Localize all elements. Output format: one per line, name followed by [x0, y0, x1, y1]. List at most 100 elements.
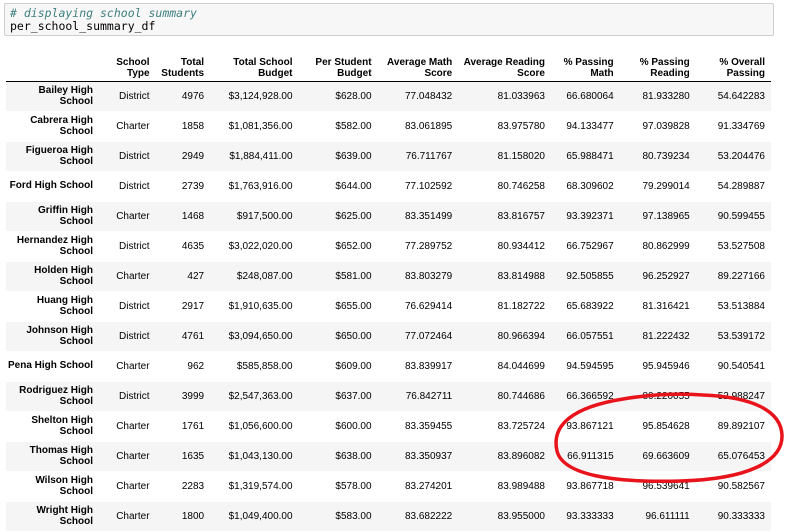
- column-header: Total Students: [155, 52, 211, 82]
- table-cell: 77.289752: [377, 231, 459, 262]
- table-cell: 94.133477: [550, 111, 620, 142]
- table-cell: 76.711767: [377, 141, 459, 172]
- column-header-text: Total: [180, 57, 205, 68]
- table-cell: 83.896082: [458, 441, 551, 472]
- table-cell: 1635: [155, 441, 211, 472]
- table-cell: 83.682222: [377, 501, 459, 532]
- school-name-text: Thomas High: [29, 445, 93, 456]
- table-cell: 76.842711: [377, 381, 459, 412]
- table-cell: 83.803279: [377, 261, 459, 292]
- table-cell: 2283: [155, 471, 211, 502]
- column-header-text: Students: [161, 68, 205, 79]
- table-cell: $3,094,650.00: [210, 321, 299, 352]
- table-cell: 83.814988: [458, 261, 551, 292]
- column-header: % Passing Reading: [619, 52, 696, 82]
- table-cell: $655.00: [298, 291, 378, 322]
- table-cell: $585,858.00: [210, 351, 299, 382]
- table-cell: 53.539172: [695, 321, 771, 352]
- table-cell: District: [99, 381, 156, 412]
- table-cell: 66.752967: [550, 231, 620, 262]
- code-cell-input[interactable]: # displaying school summary per_school_s…: [4, 3, 774, 36]
- table-row: Ford High School District 2739 $1,763,916.0…: [6, 171, 771, 202]
- table-cell: 2917: [155, 291, 211, 322]
- table-cell: 68.309602: [550, 171, 620, 202]
- column-header-text: Type: [126, 68, 150, 79]
- school-name-text: School: [59, 125, 93, 137]
- school-name-text: School: [59, 245, 93, 257]
- table-cell: 83.989488: [458, 471, 551, 502]
- row-index-label: Wright High School: [6, 501, 99, 532]
- table-cell: 80.966394: [458, 321, 551, 352]
- table-cell: 83.061895: [377, 111, 459, 142]
- table-row: Bailey High School District 4976 $3,124,928.…: [6, 81, 771, 112]
- school-name-text: School: [59, 305, 93, 317]
- table-cell: 77.102592: [377, 171, 459, 202]
- school-name-text: Griffin High: [38, 205, 93, 216]
- school-name-text: School: [59, 455, 93, 467]
- table-row: Holden High School Charter 427 $248,087.00 $5…: [6, 261, 771, 292]
- row-index-label: Huang High School: [6, 291, 99, 322]
- school-name-text: Huang High: [36, 295, 93, 306]
- index-header: [6, 52, 99, 82]
- row-index-label: Pena High School: [6, 351, 99, 382]
- table-cell: 962: [155, 351, 211, 382]
- table-cell: 84.044699: [458, 351, 551, 382]
- table-cell: 76.629414: [377, 291, 459, 322]
- table-cell: 83.839917: [377, 351, 459, 382]
- school-name-text: Pena High School: [7, 360, 93, 372]
- table-cell: 83.975780: [458, 111, 551, 142]
- table-cell: 1800: [155, 501, 211, 532]
- table-cell: 66.057551: [550, 321, 620, 352]
- table-cell: District: [99, 321, 156, 352]
- school-name-text: Ford High School: [9, 180, 93, 192]
- table-cell: 1468: [155, 201, 211, 232]
- table-cell: $3,022,020.00: [210, 231, 299, 262]
- table-cell: 4761: [155, 321, 211, 352]
- table-cell: 91.334769: [695, 111, 771, 142]
- table-cell: $578.00: [298, 471, 378, 502]
- table-cell: 97.039828: [619, 111, 696, 142]
- table-cell: 90.333333: [695, 501, 771, 532]
- row-index-label: Figueroa High School: [6, 141, 99, 172]
- table-cell: 90.599455: [695, 201, 771, 232]
- table-cell: 95.945946: [619, 351, 696, 382]
- table-cell: $583.00: [298, 501, 378, 532]
- table-cell: $2,547,363.00: [210, 381, 299, 412]
- table-cell: 93.333333: [550, 501, 620, 532]
- table-cell: District: [99, 81, 156, 112]
- table-cell: 96.252927: [619, 261, 696, 292]
- table-cell: Charter: [99, 111, 156, 142]
- table-cell: 1858: [155, 111, 211, 142]
- table-cell: 97.138965: [619, 201, 696, 232]
- row-index-label: Bailey High School: [6, 81, 99, 112]
- table-cell: 83.725724: [458, 411, 551, 442]
- table-cell: $917,500.00: [210, 201, 299, 232]
- table-cell: $644.00: [298, 171, 378, 202]
- row-index-label: Holden High School: [6, 261, 99, 292]
- column-header: % Overall Passing: [695, 52, 771, 82]
- table-cell: 90.540541: [695, 351, 771, 382]
- table-row: Pena High School Charter 962 $585,858.00 $60…: [6, 351, 771, 382]
- column-header-text: Total School: [233, 57, 293, 68]
- column-header: Average Math Score: [377, 52, 459, 82]
- table-cell: 77.048432: [377, 81, 459, 112]
- table-cell: $639.00: [298, 141, 378, 172]
- red-circle-annotation: [554, 392, 784, 484]
- table-cell: 89.227166: [695, 261, 771, 292]
- table-cell: $1,884,411.00: [210, 141, 299, 172]
- table-cell: $652.00: [298, 231, 378, 262]
- table-cell: 81.033963: [458, 81, 551, 112]
- table-row: Cabrera High School Charter 1858 $1,081,356.…: [6, 111, 771, 142]
- school-name-text: School: [59, 425, 93, 437]
- column-header-text: % Passing: [563, 57, 614, 68]
- table-cell: 80.744686: [458, 381, 551, 412]
- table-cell: District: [99, 141, 156, 172]
- school-name-text: School: [59, 275, 93, 287]
- school-name-text: School: [59, 215, 93, 227]
- column-header-text: Score: [424, 68, 453, 79]
- column-header-text: Average Reading: [463, 57, 545, 68]
- table-cell: 81.222432: [619, 321, 696, 352]
- table-cell: Charter: [99, 411, 156, 442]
- column-header-text: Per Student: [315, 57, 372, 68]
- table-cell: $600.00: [298, 411, 378, 442]
